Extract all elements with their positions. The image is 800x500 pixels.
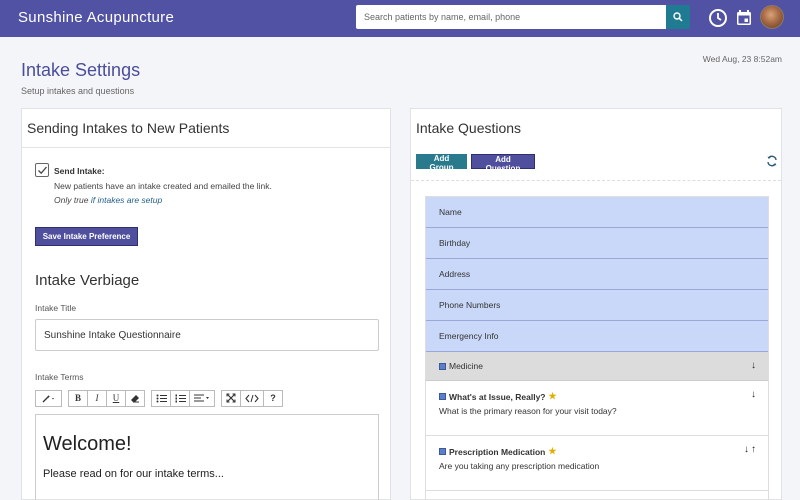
numbered-list-button[interactable]: [170, 389, 190, 407]
question-title-row: What's at Issue, Really? ★: [439, 391, 755, 402]
question-title-row: Prescription Medication ★: [439, 446, 755, 457]
numbered-list-icon: [175, 394, 186, 402]
question-row-birthday[interactable]: Birthday: [426, 228, 768, 259]
send-intake-note: Only true if intakes are setup: [54, 195, 162, 205]
star-icon: ★: [548, 446, 557, 456]
magic-wand-icon: [42, 394, 54, 402]
top-bar: Sunshine Acupuncture: [0, 0, 800, 37]
refresh-button[interactable]: [765, 154, 779, 168]
editor-heading: Welcome!: [43, 433, 132, 455]
send-intake-note-text: Only true: [54, 195, 89, 205]
question-item[interactable]: Prescription Medication ★ Are you taking…: [426, 436, 768, 491]
question-row-phone-numbers[interactable]: Phone Numbers: [426, 290, 768, 321]
search-button[interactable]: [666, 5, 690, 29]
question-move-controls: ↓ ↑: [744, 444, 756, 455]
code-icon: [245, 394, 259, 402]
bold-button[interactable]: B: [68, 389, 88, 407]
question-group-label: Medicine: [449, 361, 484, 371]
group-move-controls: ↓: [751, 360, 756, 371]
bullet-list-icon: [156, 394, 167, 402]
sending-intakes-heading: Sending Intakes to New Patients: [22, 109, 390, 148]
send-intake-description: New patients have an intake created and …: [54, 181, 272, 191]
user-avatar[interactable]: [760, 5, 784, 29]
question-description: Are you taking any prescription medicati…: [439, 461, 600, 471]
question-item[interactable]: What's at Issue, Really? ★ What is the p…: [426, 381, 768, 436]
question-title: What's at Issue, Really?: [449, 391, 546, 402]
check-icon: [37, 166, 47, 174]
search-input[interactable]: [356, 5, 666, 29]
calendar-icon: [737, 10, 751, 25]
add-group-button[interactable]: Add Group: [416, 154, 467, 172]
send-intake-label: Send Intake:: [54, 166, 105, 176]
edit-icon[interactable]: [439, 448, 446, 455]
bullet-list-button[interactable]: [151, 389, 171, 407]
add-question-button[interactable]: Add Question: [471, 154, 535, 173]
question-row-name[interactable]: Name: [426, 197, 768, 228]
arrow-down-icon[interactable]: ↓: [751, 389, 756, 400]
arrow-up-icon[interactable]: ↑: [751, 444, 756, 455]
app-title[interactable]: Sunshine Acupuncture: [18, 9, 174, 26]
intake-title-label: Intake Title: [35, 303, 77, 313]
calendar-button[interactable]: [733, 7, 755, 29]
question-title: Prescription Medication: [449, 446, 546, 457]
star-icon: ★: [548, 391, 557, 401]
intake-terms-label: Intake Terms: [35, 372, 84, 382]
help-button[interactable]: ?: [263, 389, 283, 407]
question-move-controls: ↓: [751, 389, 756, 400]
question-row-emergency-info[interactable]: Emergency Info: [426, 321, 768, 352]
clock-button[interactable]: [707, 7, 729, 29]
editor-text: Please read on for our intake terms...: [43, 468, 224, 480]
edit-icon[interactable]: [439, 393, 446, 400]
align-dropdown-button[interactable]: [189, 389, 215, 407]
style-dropdown-button[interactable]: [35, 389, 62, 407]
save-intake-preference-button[interactable]: Save Intake Preference: [35, 227, 138, 246]
fullscreen-button[interactable]: [221, 389, 241, 407]
eraser-icon: [131, 394, 139, 402]
page-title: Intake Settings: [21, 60, 141, 80]
arrow-down-icon[interactable]: ↓: [751, 360, 756, 371]
intake-questions-heading: Intake Questions: [416, 120, 522, 136]
clock-icon: [709, 9, 727, 27]
search-icon: [673, 12, 683, 22]
question-row-address[interactable]: Address: [426, 259, 768, 290]
eraser-button[interactable]: [125, 389, 145, 407]
intake-questions-panel: Intake Questions Add Group Add Question …: [410, 108, 782, 500]
intake-title-input[interactable]: [35, 319, 379, 351]
intakes-setup-link[interactable]: if intakes are setup: [91, 195, 162, 205]
sending-intakes-panel: Sending Intakes to New Patients Send Int…: [21, 108, 391, 500]
code-view-button[interactable]: [240, 389, 264, 407]
page-subtitle: Setup intakes and questions: [21, 86, 135, 96]
intake-verbiage-heading: Intake Verbiage: [35, 272, 140, 289]
question-description: What is the primary reason for your visi…: [439, 406, 617, 416]
align-icon: [194, 394, 209, 401]
question-group-medicine[interactable]: Medicine ↓: [426, 352, 768, 381]
arrow-down-icon[interactable]: ↓: [744, 444, 749, 455]
send-intake-checkbox[interactable]: [35, 163, 49, 177]
underline-button[interactable]: U: [106, 389, 126, 407]
intake-terms-editor[interactable]: Welcome! Please read on for our intake t…: [35, 414, 379, 500]
refresh-icon: [767, 155, 777, 167]
expand-icon: [226, 393, 236, 403]
current-datetime: Wed Aug, 23 8:52am: [702, 54, 782, 64]
edit-icon[interactable]: [439, 362, 446, 370]
panel-divider: [411, 180, 781, 181]
italic-button[interactable]: I: [87, 389, 107, 407]
question-list: Name Birthday Address Phone Numbers Emer…: [425, 196, 769, 500]
editor-toolbar: B I U ?: [35, 388, 379, 408]
